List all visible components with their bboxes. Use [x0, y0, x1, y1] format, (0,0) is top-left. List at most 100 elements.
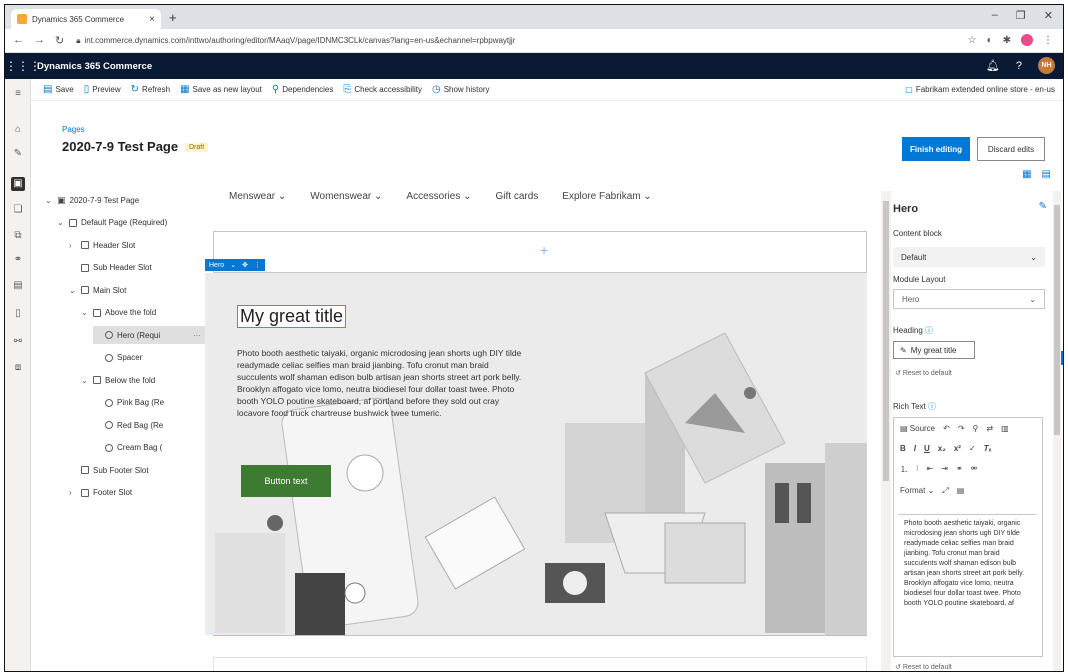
move-icon[interactable]: ✥: [242, 261, 248, 269]
media-icon[interactable]: ▤: [11, 279, 25, 293]
site-menu-item[interactable]: Gift cards: [495, 191, 538, 202]
redo-icon[interactable]: ↷: [958, 424, 965, 433]
unlink-icon[interactable]: ⚮: [971, 464, 978, 475]
site-selector[interactable]: ▢ Fabrikam extended online store - en-us: [905, 85, 1055, 94]
save-as-layout-button[interactable]: ▦ Save as new layout: [180, 84, 262, 95]
pin-icon[interactable]: ✎: [11, 147, 25, 161]
outline-node[interactable]: ⌄ Above the fold: [81, 304, 156, 322]
link-icon[interactable]: ⚭: [956, 464, 963, 475]
brush-icon[interactable]: ✓: [969, 444, 976, 453]
outline-node[interactable]: Cream Bag (: [93, 439, 162, 457]
spellcheck-icon[interactable]: ▥: [1001, 424, 1009, 433]
content-block-select[interactable]: Default ⌄: [893, 247, 1045, 267]
rich-text-editor[interactable]: ▤ Source ↶ ↷ ⚲ ⇄ ▥ B I U x₂ x² ✓ Tₓ ⒈ ⁝ …: [893, 417, 1043, 657]
header-slot-dropzone[interactable]: +: [213, 231, 867, 273]
finish-editing-button[interactable]: Finish editing: [902, 137, 970, 161]
outline-node[interactable]: Pink Bag (Re: [93, 394, 164, 412]
minimize-icon[interactable]: –: [992, 9, 998, 22]
editor-icon[interactable]: ▣: [11, 177, 25, 191]
waffle-icon[interactable]: ⋮⋮⋮: [5, 59, 41, 73]
hero-cta-button[interactable]: Button text: [241, 465, 331, 497]
outdent-icon[interactable]: ⇤: [927, 464, 934, 475]
help-icon[interactable]: ?: [1016, 60, 1022, 72]
outline-node[interactable]: Hero (Requi ···: [93, 326, 205, 344]
back-icon[interactable]: ←: [13, 34, 24, 47]
notification-icon[interactable]: 🔔︎: [986, 59, 1000, 72]
outline-node[interactable]: Sub Header Slot: [69, 259, 152, 277]
canvas-scrollbar-thumb[interactable]: [883, 201, 889, 481]
rich-text-content[interactable]: Photo booth aesthetic taiyaki, organic m…: [898, 514, 1036, 654]
add-module-icon[interactable]: +: [540, 242, 548, 258]
more-icon[interactable]: ⋮: [254, 261, 261, 269]
chevron-down-icon[interactable]: ⌄: [69, 286, 77, 295]
home-icon[interactable]: ⌂: [11, 123, 25, 137]
profile-icon[interactable]: [1021, 34, 1033, 46]
templates-icon[interactable]: ⧈: [11, 361, 25, 375]
chevron-down-icon[interactable]: ⌄: [230, 261, 236, 269]
format-select[interactable]: Format ⌄: [900, 486, 934, 496]
browser-menu-icon[interactable]: ⋮: [1043, 35, 1053, 46]
blocks-icon[interactable]: ▤: [957, 486, 965, 496]
discard-edits-button[interactable]: Discard edits: [977, 137, 1045, 161]
puzzle-icon[interactable]: ✱: [1003, 35, 1011, 46]
chevron-right-icon[interactable]: ›: [69, 241, 77, 250]
list-view-icon[interactable]: ▤: [1042, 169, 1051, 180]
find-icon[interactable]: ⚲: [973, 424, 979, 433]
clear-format-icon[interactable]: Tₓ: [984, 444, 992, 453]
save-button[interactable]: ▤ Save: [43, 84, 74, 95]
superscript-icon[interactable]: x²: [954, 444, 961, 453]
more-icon[interactable]: ···: [193, 331, 201, 340]
site-menu-item[interactable]: Explore Fabrikam ⌄: [562, 191, 652, 202]
browser-tab[interactable]: Dynamics 365 Commerce ×: [11, 9, 161, 29]
outline-node[interactable]: ⌄ Default Page (Required): [57, 214, 167, 232]
chevron-right-icon[interactable]: ›: [69, 488, 77, 497]
maximize-icon[interactable]: ⤢: [942, 486, 948, 496]
panel-scrollbar[interactable]: [1053, 191, 1061, 671]
site-menu-item[interactable]: Accessories ⌄: [406, 191, 471, 202]
avatar[interactable]: NH: [1038, 57, 1055, 74]
outline-node[interactable]: ⌄ Main Slot: [69, 281, 126, 299]
next-module-placeholder[interactable]: [213, 657, 867, 671]
forward-icon[interactable]: →: [34, 34, 45, 47]
org-icon[interactable]: ⚯: [11, 335, 25, 349]
outline-node[interactable]: › Footer Slot: [69, 484, 132, 502]
underline-icon[interactable]: U: [924, 444, 930, 453]
panel-collapse-icon[interactable]: ▸: [1061, 351, 1063, 365]
heading-edit-button[interactable]: ✎ My great title: [893, 341, 975, 359]
numbered-list-icon[interactable]: ⒈: [900, 464, 908, 475]
reset-heading-link[interactable]: ↺ Reset to default: [895, 369, 952, 377]
chevron-down-icon[interactable]: ⌄: [81, 376, 89, 385]
module-layout-select[interactable]: Hero ⌄: [893, 289, 1045, 309]
undo-icon[interactable]: ↶: [943, 424, 950, 433]
hero-title[interactable]: My great title: [237, 305, 347, 328]
indent-icon[interactable]: ⇥: [941, 464, 948, 475]
site-menu-item[interactable]: Menswear ⌄: [229, 191, 286, 202]
reload-icon[interactable]: ↻: [55, 34, 64, 47]
link-icon[interactable]: ⚭: [11, 253, 25, 267]
info-icon[interactable]: ⓘ: [928, 402, 936, 411]
canvas-scrollbar[interactable]: [881, 191, 891, 671]
grid-view-icon[interactable]: ▦: [1022, 169, 1031, 180]
reset-rich-text-link[interactable]: ↺ Reset to default: [895, 663, 952, 671]
source-button[interactable]: ▤ Source: [900, 424, 935, 433]
outline-node[interactable]: Sub Footer Slot: [69, 461, 149, 479]
outline-node[interactable]: ⌄ ▣ 2020-7-9 Test Page: [45, 191, 139, 209]
close-tab-icon[interactable]: ×: [149, 14, 155, 25]
pencil-icon[interactable]: ✎: [1039, 201, 1047, 212]
bullet-list-icon[interactable]: ⁝: [916, 464, 919, 475]
dependencies-button[interactable]: ⚲ Dependencies: [272, 84, 333, 95]
outline-node[interactable]: › Header Slot: [69, 236, 135, 254]
hero-module-tag[interactable]: Hero ⌄ ✥ ⋮: [205, 259, 265, 271]
check-accessibility-button[interactable]: ⎘ Check accessibility: [343, 84, 422, 95]
subscript-icon[interactable]: x₂: [938, 444, 946, 453]
outline-node[interactable]: Spacer: [93, 349, 142, 367]
show-history-button[interactable]: ◷ Show history: [432, 84, 490, 95]
refresh-button[interactable]: ↻ Refresh: [131, 84, 170, 95]
italic-icon[interactable]: I: [914, 444, 916, 453]
document-icon[interactable]: ▯: [11, 307, 25, 321]
new-tab-button[interactable]: +: [169, 10, 177, 25]
star-icon[interactable]: ☆: [968, 35, 977, 46]
breadcrumb-pages[interactable]: Pages: [62, 125, 85, 134]
hero-body-text[interactable]: Photo booth aesthetic taiyaki, organic m…: [237, 347, 527, 419]
info-icon[interactable]: ⓘ: [925, 326, 933, 335]
